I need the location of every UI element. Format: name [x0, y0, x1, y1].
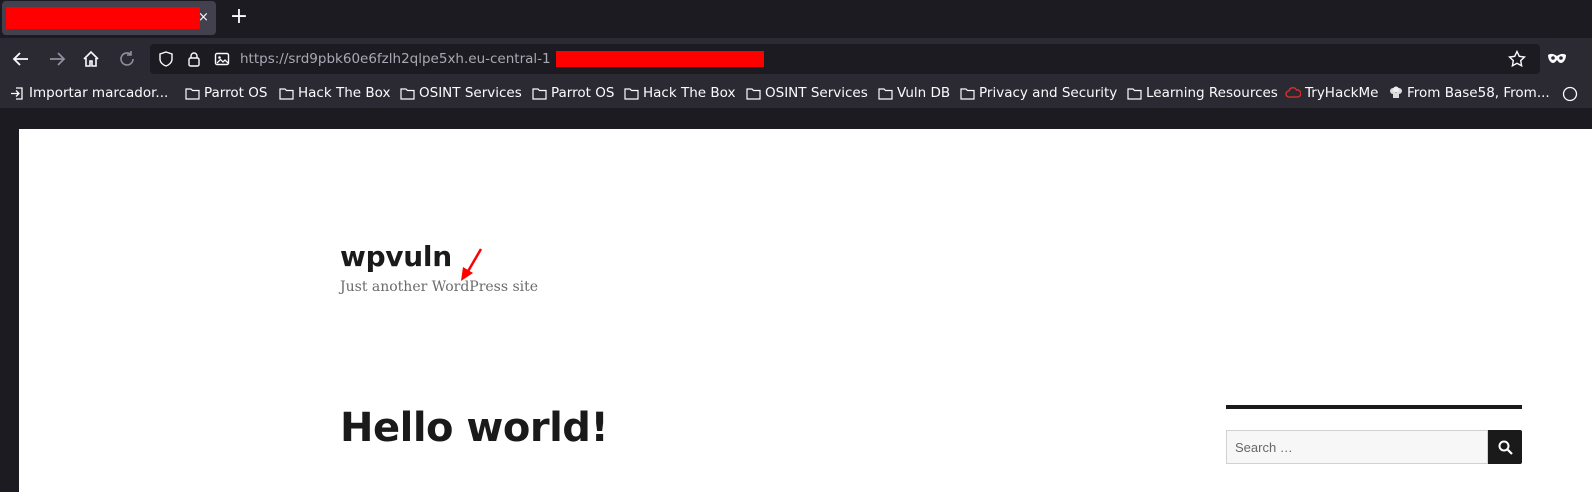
- bookmark-import[interactable]: Importar marcador...: [10, 84, 168, 102]
- close-tab-icon[interactable]: ×: [198, 10, 209, 26]
- bookmark-folder-learning-resources[interactable]: Learning Resources: [1127, 84, 1278, 102]
- bookmark-folder-privacy-security[interactable]: Privacy and Security: [960, 84, 1117, 102]
- tab-title-redacted: [6, 7, 200, 29]
- bookmark-folder-hack-the-box[interactable]: Hack The Box: [279, 84, 390, 102]
- site-description: Just another WordPress site: [340, 279, 539, 295]
- home-button[interactable]: [80, 48, 102, 70]
- bookmark-label: From Base58, From...: [1407, 85, 1550, 101]
- bookmark-star-icon[interactable]: [1508, 50, 1526, 68]
- home-icon: [83, 50, 99, 67]
- bookmark-label: Privacy and Security: [979, 85, 1118, 101]
- folder-icon: [746, 87, 761, 100]
- bookmark-label: Hack The Box: [643, 85, 736, 101]
- bookmark-folder-parrot-os[interactable]: Parrot OS: [185, 84, 267, 102]
- shield-icon[interactable]: [158, 51, 174, 67]
- page-content: wpvuln Just another WordPress site Hello…: [19, 129, 1592, 492]
- site-title[interactable]: wpvuln: [340, 240, 452, 273]
- reload-button[interactable]: [116, 48, 138, 70]
- folder-icon: [532, 87, 547, 100]
- search-input[interactable]: [1226, 430, 1488, 464]
- folder-icon: [1127, 87, 1142, 100]
- post-title[interactable]: Hello world!: [340, 405, 609, 451]
- mask-icon: [1548, 53, 1566, 63]
- widget-divider: [1226, 405, 1522, 409]
- back-button[interactable]: [10, 48, 32, 70]
- bookmark-label: Learning Resources: [1146, 85, 1278, 101]
- forward-arrow-icon: [50, 52, 66, 66]
- bookmark-folder-parrot-os-2[interactable]: Parrot OS: [532, 84, 614, 102]
- bookmark-label: Importar marcador...: [29, 85, 169, 101]
- folder-icon: [400, 87, 415, 100]
- active-tab[interactable]: ×: [2, 1, 216, 35]
- lock-icon[interactable]: [186, 51, 202, 67]
- bookmark-tryhackme[interactable]: TryHackMe: [1285, 84, 1378, 102]
- address-bar[interactable]: https://srd9pbk60e6fzlh2qlpe5xh.eu-centr…: [150, 44, 1540, 74]
- bookmark-label: Parrot OS: [204, 85, 268, 101]
- chef-icon: [1390, 86, 1402, 98]
- search-button[interactable]: [1488, 430, 1522, 464]
- forward-button[interactable]: [46, 48, 68, 70]
- bookmark-folder-osint-services-2[interactable]: OSINT Services: [746, 84, 868, 102]
- private-browsing-indicator: [1546, 48, 1568, 70]
- folder-icon: [185, 87, 200, 100]
- bookmark-folder-hack-the-box-2[interactable]: Hack The Box: [624, 84, 735, 102]
- tab-strip: × +: [0, 0, 1592, 38]
- red-arrow-annotation-icon: [461, 248, 483, 281]
- navigation-toolbar: https://srd9pbk60e6fzlh2qlpe5xh.eu-centr…: [0, 38, 1592, 79]
- bookmark-cyberchef[interactable]: From Base58, From...: [1389, 84, 1550, 102]
- folder-icon: [878, 87, 893, 100]
- reload-icon: [120, 51, 134, 66]
- cloud-icon: [1285, 87, 1301, 98]
- folder-icon: [960, 87, 975, 100]
- folder-icon: [279, 87, 294, 100]
- import-icon: [11, 86, 23, 100]
- bookmark-label: Vuln DB: [897, 85, 951, 101]
- bookmark-folder-vuln-db[interactable]: Vuln DB: [878, 84, 950, 102]
- bookmark-label: OSINT Services: [765, 85, 868, 101]
- bookmark-folder-osint-services[interactable]: OSINT Services: [400, 84, 522, 102]
- bookmarks-toolbar: Importar marcador... Parrot OS Hack The …: [0, 79, 1592, 108]
- url-text[interactable]: https://srd9pbk60e6fzlh2qlpe5xh.eu-centr…: [240, 51, 551, 67]
- new-tab-button[interactable]: +: [228, 6, 250, 29]
- folder-icon: [624, 87, 639, 100]
- back-arrow-icon: [12, 52, 28, 66]
- bookmark-label: TryHackMe: [1305, 85, 1379, 101]
- page-image-icon[interactable]: [214, 51, 230, 67]
- url-redaction: [556, 51, 764, 67]
- search-icon: [1498, 440, 1513, 455]
- bookmark-label: OSINT Services: [419, 85, 522, 101]
- other-bookmarks-icon[interactable]: [1562, 86, 1578, 102]
- bookmark-label: Parrot OS: [551, 85, 615, 101]
- bookmark-label: Hack The Box: [298, 85, 391, 101]
